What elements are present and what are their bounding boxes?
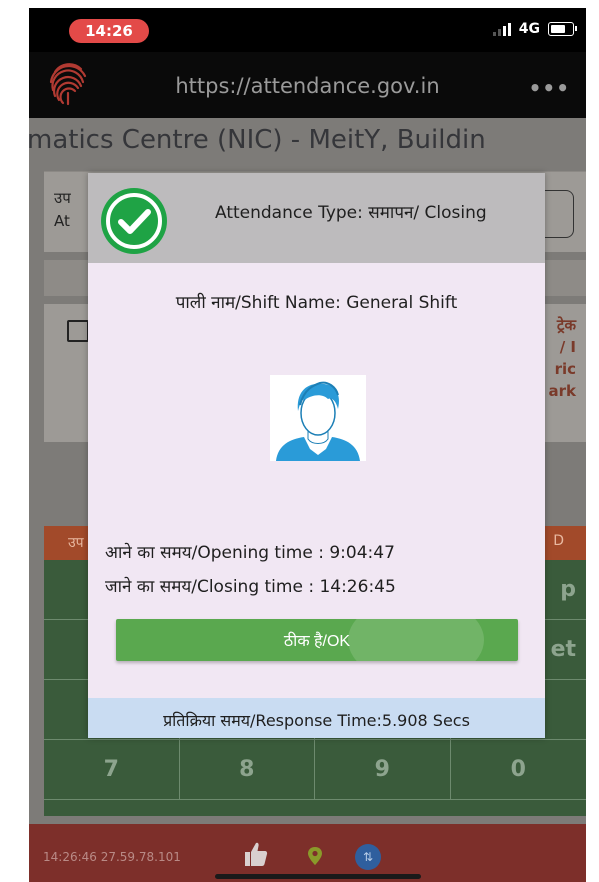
ok-button[interactable]: ठीक है/OK [116, 619, 518, 661]
page-header: matics Centre (NIC) - MeitY, Buildin [29, 125, 486, 155]
keypad-key: 7 [44, 740, 180, 800]
success-check-icon [101, 188, 167, 254]
thumbs-up-icon [245, 842, 268, 866]
shift-name: पाली नाम/Shift Name: General Shift [175, 293, 458, 313]
bottom-info-text: 14:26:46 27.59.78.101 [43, 850, 181, 864]
background-hint-text: ट्रेक / I ric ark [548, 316, 577, 400]
phone-screen: 14:26 4G https://attendance.gov.in ••• m… [29, 8, 586, 882]
keypad-key: 9 [315, 740, 451, 800]
home-indicator [215, 874, 421, 879]
keypad-key: 8 [179, 740, 315, 800]
background-label: उप [54, 189, 71, 207]
closing-time: जाने का समय/Closing time : 14:26:45 [105, 577, 396, 597]
network-type: 4G [518, 21, 540, 37]
background-select [543, 190, 574, 238]
opening-time: आने का समय/Opening time : 9:04:47 [105, 543, 395, 563]
more-options-icon[interactable]: ••• [529, 76, 570, 100]
attendance-type-title: Attendance Type: समापन/ Closing [215, 203, 487, 223]
ok-button-label: ठीक है/OK [283, 633, 351, 650]
status-indicators: 4G [492, 21, 577, 37]
keypad-key: 0 [450, 740, 586, 800]
background-label: At [54, 212, 70, 230]
background-checkbox [67, 320, 89, 342]
response-time: प्रतिक्रिया समय/Response Time:5.908 Secs [163, 711, 470, 730]
battery-icon [548, 22, 577, 36]
attendance-dialog: Attendance Type: समापन/ Closing पाली नाम… [88, 173, 545, 738]
url-text[interactable]: https://attendance.gov.in [29, 74, 586, 98]
browser-url-bar[interactable]: https://attendance.gov.in ••• [29, 52, 586, 118]
button-ripple [348, 619, 484, 661]
status-time: 14:26 [69, 19, 149, 43]
location-icon [308, 847, 322, 865]
status-bar: 14:26 4G [29, 8, 586, 52]
user-avatar-icon [270, 375, 366, 461]
signal-icon [492, 22, 511, 36]
response-time-bar: प्रतिक्रिया समय/Response Time:5.908 Secs [88, 698, 545, 738]
sync-icon[interactable]: ⇅ [355, 844, 381, 870]
dialog-header: Attendance Type: समापन/ Closing [88, 173, 545, 263]
